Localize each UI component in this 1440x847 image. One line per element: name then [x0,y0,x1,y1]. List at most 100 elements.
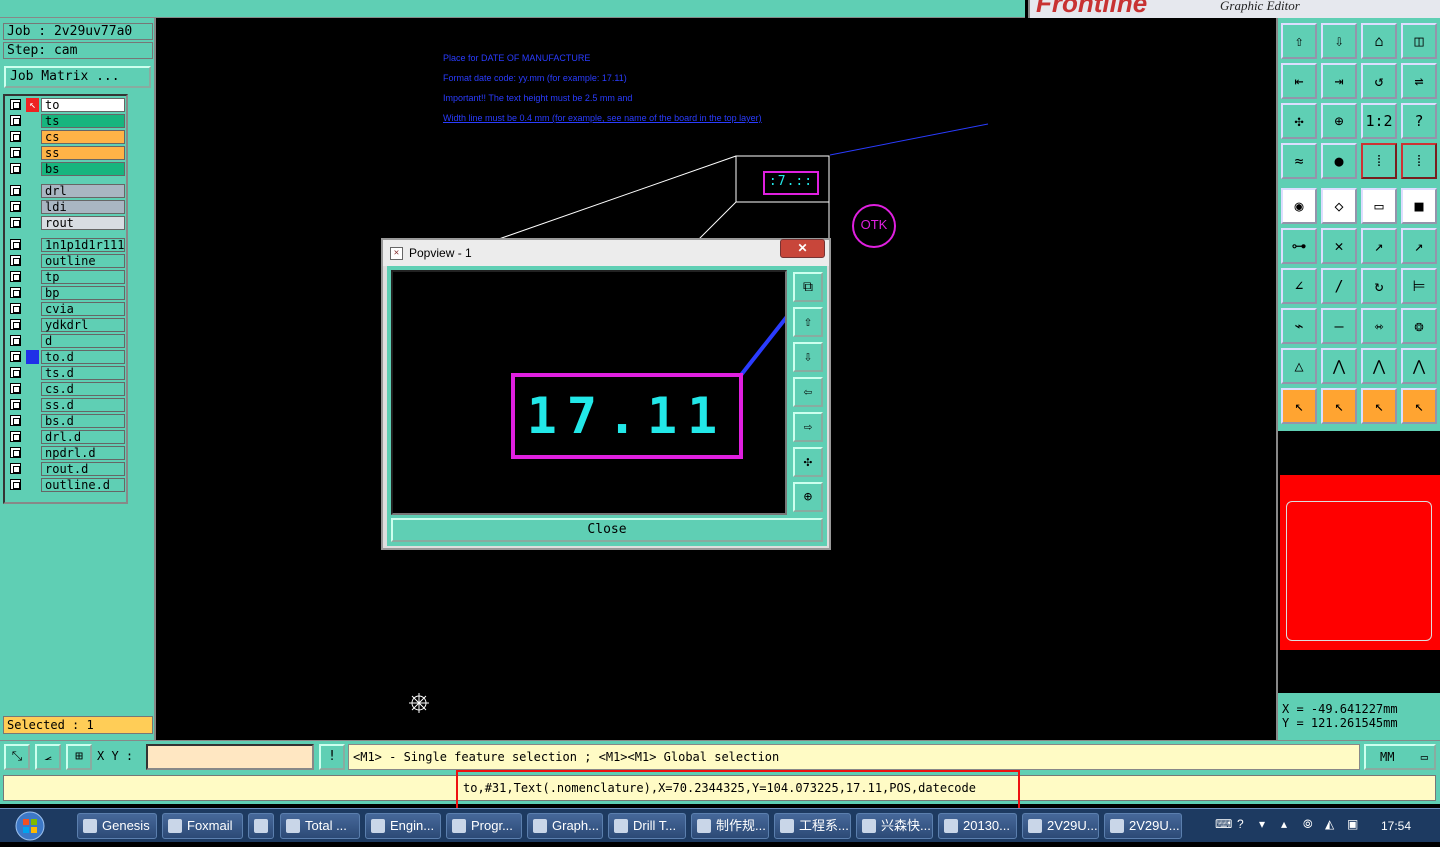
layer-row[interactable]: drl [7,184,125,198]
alert-icon[interactable]: ! [319,744,345,770]
layer-row[interactable]: outline [7,254,125,268]
layer-checkbox[interactable] [10,255,21,266]
layer-checkbox[interactable] [10,239,21,250]
layer-row[interactable]: bs [7,162,125,176]
tool-button[interactable]: ↺ [1361,63,1397,99]
layer-checkbox[interactable] [10,201,21,212]
zoom-in-icon[interactable]: ✣ [793,447,823,477]
layer-checkbox[interactable] [10,131,21,142]
tool-button[interactable]: ✣ [1281,103,1317,139]
zoom-right-icon[interactable]: ⇨ [793,412,823,442]
taskbar-button[interactable]: 制作规... [691,813,769,839]
tool-button[interactable]: ≈ [1281,143,1317,179]
popview-close-button[interactable]: Close [391,518,823,542]
tool-button[interactable]: ◫ [1401,23,1437,59]
popview-titlebar[interactable]: ✕ Popview - 1 ✕ [383,239,829,266]
layer-row[interactable]: ts [7,114,125,128]
layer-row[interactable]: rout.d [7,462,125,476]
layer-checkbox[interactable] [10,367,21,378]
layer-checkbox[interactable] [10,287,21,298]
layer-checkbox[interactable] [10,99,21,110]
layer-checkbox[interactable] [10,217,21,228]
layer-row[interactable]: to.d [7,350,125,364]
tool-button[interactable]: ⋀ [1321,348,1357,384]
taskbar-button[interactable]: Genesis [77,813,157,839]
tray-icon[interactable]: ▾ [1259,817,1265,831]
layer-row[interactable]: bp [7,286,125,300]
layer-row[interactable]: d [7,334,125,348]
tool-button[interactable]: ↖ [1401,388,1437,424]
tool-button[interactable]: ⌂ [1361,23,1397,59]
tool-button[interactable]: ↗ [1361,228,1397,264]
taskbar-button[interactable]: Engin... [365,813,441,839]
tool-button[interactable]: ⌁ [1281,308,1317,344]
layer-row[interactable]: bs.d [7,414,125,428]
monitor-icon[interactable]: ▣ [1347,817,1358,831]
tool-button[interactable]: ⊶ [1281,228,1317,264]
keyboard-icon[interactable]: ⌨ [1215,817,1232,831]
layer-row[interactable]: ss [7,146,125,160]
layer-row[interactable]: rout [7,216,125,230]
tool-button[interactable]: ❂ [1401,308,1437,344]
layer-checkbox[interactable] [10,351,21,362]
zoom-down-icon[interactable]: ⇩ [793,342,823,372]
tool-button[interactable]: △ [1281,348,1317,384]
zoom-left-icon[interactable]: ⇦ [793,377,823,407]
layer-row[interactable]: outline.d [7,478,125,492]
layer-row[interactable]: ss.d [7,398,125,412]
units-select[interactable]: MM ▭ [1364,744,1436,770]
taskbar-button[interactable]: Drill T... [608,813,686,839]
layer-checkbox[interactable] [10,383,21,394]
tool-button[interactable]: ✕ [1321,228,1357,264]
layer-checkbox[interactable] [10,115,21,126]
taskbar-button[interactable]: 2V29U... [1022,813,1099,839]
tool-button[interactable]: ▭ [1361,188,1397,224]
layer-checkbox[interactable] [10,335,21,346]
zoom-home-icon[interactable]: ⧉ [793,272,823,302]
tool-button[interactable]: ⇌ [1401,63,1437,99]
taskbar-button[interactable]: 2V29U... [1104,813,1182,839]
layer-row[interactable]: cs [7,130,125,144]
layer-row[interactable]: ↖ to [7,98,125,112]
layer-checkbox[interactable] [10,163,21,174]
tool-button[interactable]: / [1321,268,1357,304]
layer-row[interactable]: tp [7,270,125,284]
taskbar-button[interactable] [248,813,274,839]
tool-button[interactable]: ↖ [1361,388,1397,424]
taskbar-button[interactable]: 兴森快... [856,813,933,839]
tool-button[interactable]: ⊕ [1321,103,1357,139]
tool-button[interactable]: ↖ [1281,388,1317,424]
zoom-out-icon[interactable]: ⊕ [793,482,823,512]
overview-map[interactable] [1278,431,1440,693]
tool-button[interactable]: ⋀ [1401,348,1437,384]
taskbar-button[interactable]: 20130... [938,813,1017,839]
layer-checkbox[interactable] [10,431,21,442]
layer-checkbox[interactable] [10,479,21,490]
layer-row[interactable]: cvia [7,302,125,316]
taskbar-button[interactable]: Graph... [527,813,603,839]
help-icon[interactable]: ? [1237,817,1244,831]
window-close-button[interactable]: ✕ [780,239,825,258]
job-matrix-button[interactable]: Job Matrix ... [4,66,151,88]
layer-checkbox[interactable] [10,319,21,330]
layer-checkbox[interactable] [10,303,21,314]
tool-button[interactable]: ⇤ [1281,63,1317,99]
xy-input[interactable] [146,744,314,770]
layer-row[interactable]: 1n1p1d1r111 [7,238,125,252]
tool-button[interactable]: ● [1321,143,1357,179]
zoom-up-icon[interactable]: ⇧ [793,307,823,337]
tool-button[interactable]: ⇿ [1361,308,1397,344]
arrow-up-icon[interactable]: ▴ [1281,817,1287,831]
layer-row[interactable]: ldi [7,200,125,214]
tool-button[interactable]: ⇧ [1281,23,1317,59]
start-button[interactable] [4,809,48,843]
tool-button[interactable]: ⁞ [1401,143,1437,179]
tool-button[interactable]: ◉ [1281,188,1317,224]
tool-button[interactable]: ⇥ [1321,63,1357,99]
tool-button[interactable]: ∠ [1281,268,1317,304]
popview-viewport[interactable]: 17.11 [391,270,787,515]
layer-row[interactable]: drl.d [7,430,125,444]
layer-row[interactable]: ts.d [7,366,125,380]
layer-checkbox[interactable] [10,447,21,458]
tool-button[interactable]: ⋀ [1361,348,1397,384]
